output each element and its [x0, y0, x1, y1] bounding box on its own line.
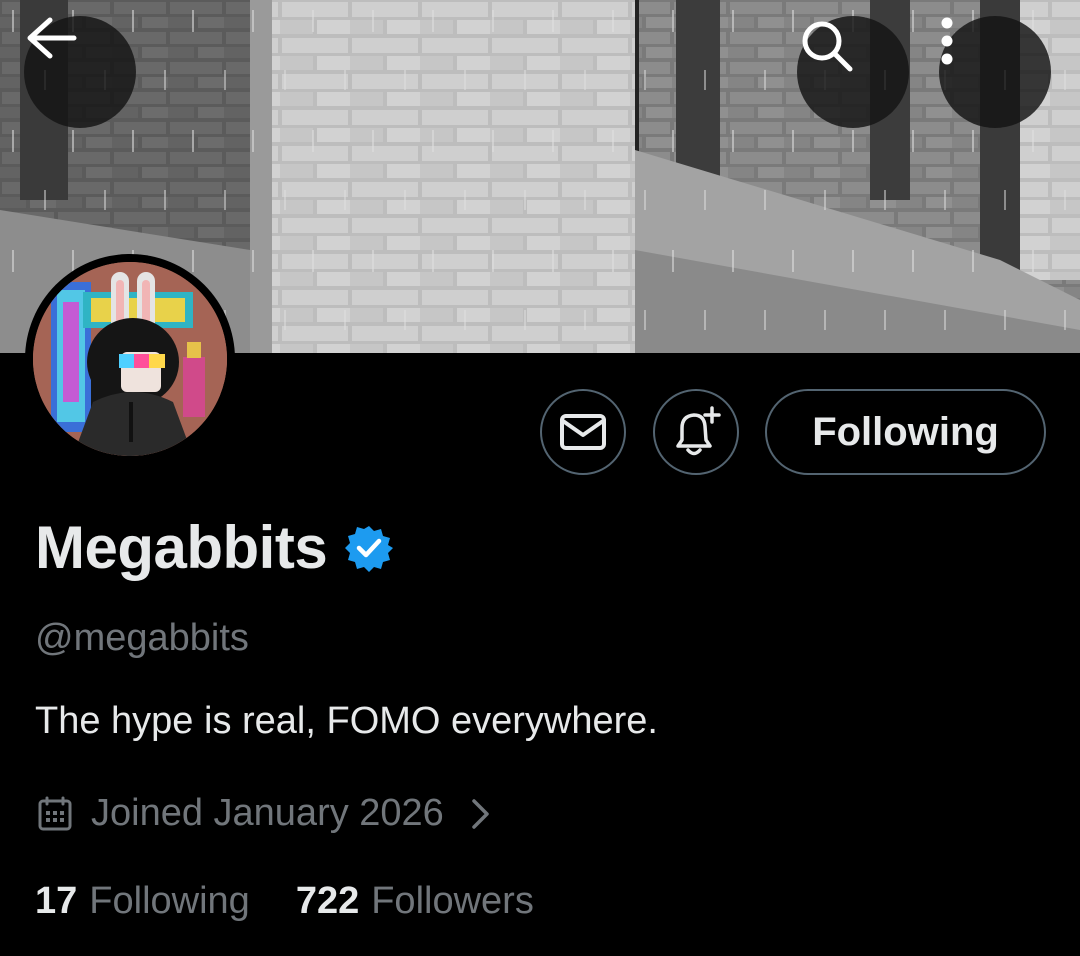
calendar-icon: [38, 796, 72, 830]
mail-icon: [560, 414, 606, 450]
search-icon: [802, 21, 853, 72]
chevron-right-icon[interactable]: [466, 797, 494, 831]
display-name: Megabbits: [35, 514, 328, 581]
arrow-left-icon: [27, 17, 77, 59]
user-handle: @megabbits: [35, 617, 249, 659]
more-vertical-icon: [941, 17, 953, 65]
avatar-image: [33, 262, 227, 456]
name-row: Megabbits: [35, 513, 394, 582]
verified-badge-icon[interactable]: [345, 524, 394, 572]
bell-plus-icon: [676, 406, 721, 456]
joined-date: Joined January 2026: [91, 792, 444, 834]
back-button[interactable]: [24, 16, 136, 128]
followers-count: 722: [295, 880, 360, 922]
search-button[interactable]: [797, 16, 909, 128]
notifications-button[interactable]: [653, 389, 739, 475]
joined-date-row[interactable]: Joined January 2026: [37, 792, 494, 835]
follow-stats: 17 Following 722 Followers: [35, 880, 534, 923]
followers-label: Followers: [371, 880, 534, 922]
message-button[interactable]: [540, 389, 626, 475]
following-stat-link[interactable]: 17 Following: [35, 880, 250, 923]
following-label: Following: [89, 880, 250, 922]
followers-stat-link[interactable]: 722 Followers: [296, 880, 534, 923]
profile-avatar[interactable]: [25, 254, 235, 464]
following-count: 17: [35, 880, 78, 922]
profile-bio: The hype is real, FOMO everywhere.: [35, 700, 658, 742]
following-button[interactable]: Following: [765, 389, 1046, 475]
more-options-button[interactable]: [939, 16, 1051, 128]
